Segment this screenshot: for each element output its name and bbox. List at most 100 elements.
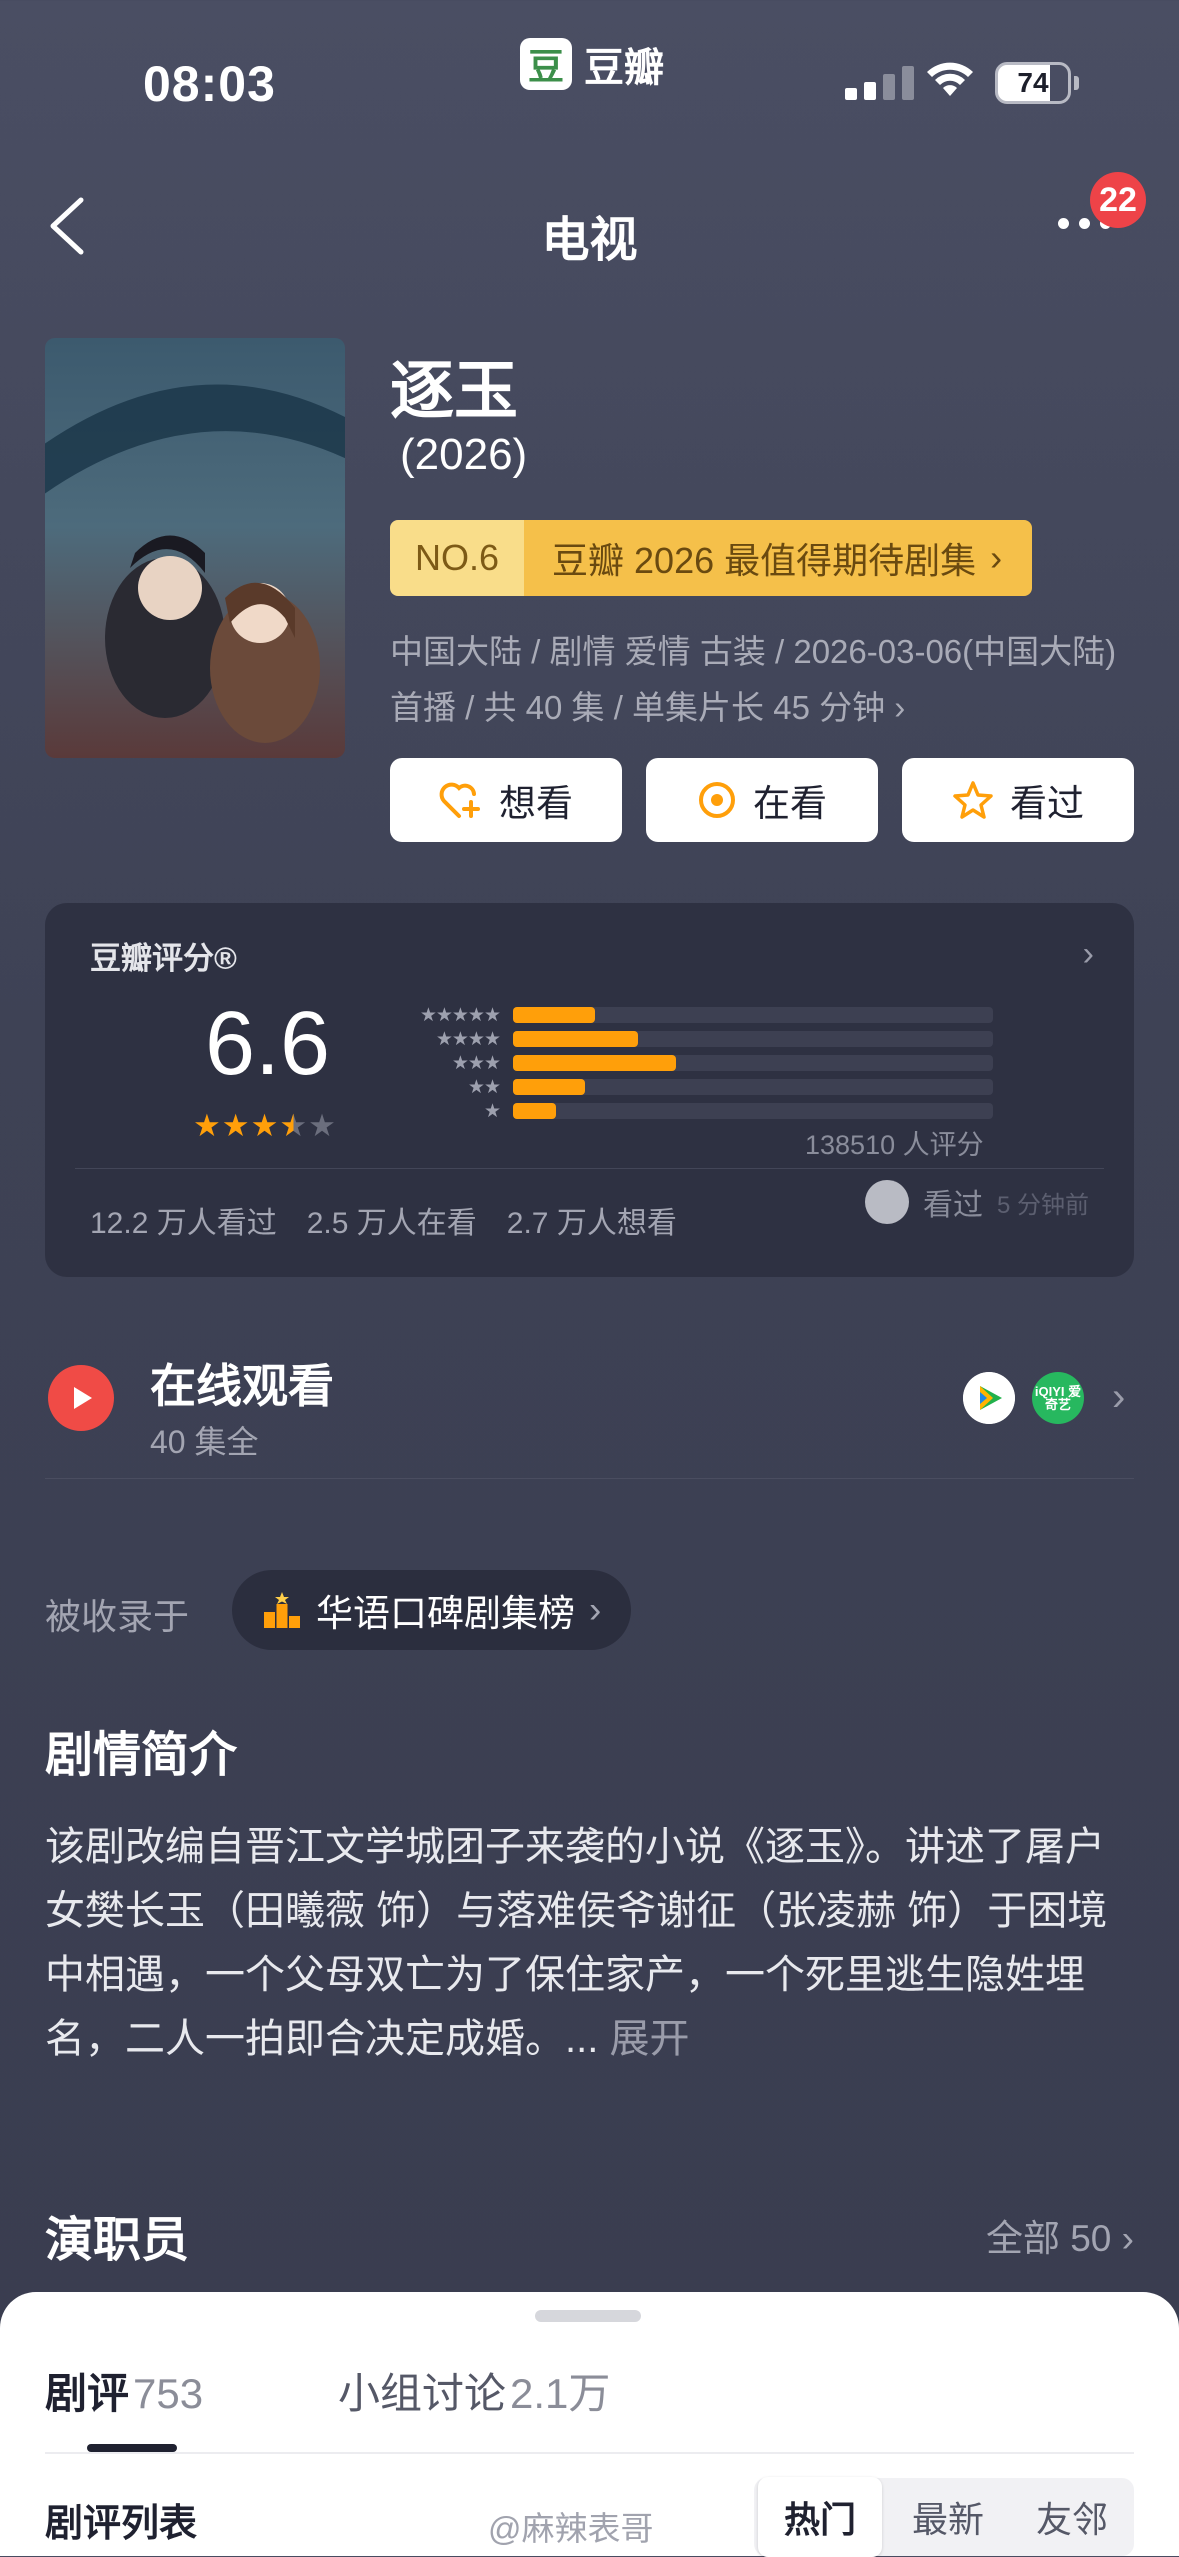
sort-segmented-control[interactable]: 热门 最新 友邻 <box>754 2477 1134 2557</box>
chevron-right-icon[interactable]: › <box>1083 935 1094 974</box>
rating-row: ★★ <box>385 1075 993 1099</box>
tab-group-discussion[interactable]: 小组讨论2.1万 <box>338 2360 610 2421</box>
rating-bar-track <box>513 1031 993 1047</box>
cellular-signal-icon <box>845 66 914 100</box>
show-year: (2026) <box>400 430 528 479</box>
app-indicator: 豆 豆瓣 <box>520 35 664 93</box>
play-icon[interactable] <box>48 1365 114 1431</box>
rating-stats: 12.2 万人看过 2.5 万人在看 2.7 万人想看 <box>90 1198 677 1242</box>
iqiyi-icon[interactable]: iQIYI 爱奇艺 <box>1032 1372 1084 1424</box>
rank-number: NO.6 <box>390 520 525 596</box>
sort-hot[interactable]: 热门 <box>758 2477 882 2557</box>
rating-row: ★ <box>385 1099 993 1123</box>
rating-row-stars: ★★ <box>467 1076 501 1098</box>
show-meta[interactable]: 中国大陆 / 剧情 爱情 古装 / 2026-03-06(中国大陆) 首播 / … <box>390 624 1120 736</box>
watched-label: 看过 <box>1010 783 1084 824</box>
target-icon <box>699 782 735 818</box>
show-meta-text: 中国大陆 / 剧情 爱情 古装 / 2026-03-06(中国大陆) 首播 / … <box>390 633 1117 726</box>
douban-logo-icon: 豆 <box>520 38 572 90</box>
page-title: 电视 <box>541 214 638 267</box>
rating-label: 豆瓣评分® <box>90 941 237 976</box>
review-list-label: 剧评列表 <box>45 2503 198 2545</box>
poster-image[interactable] <box>45 338 345 758</box>
rating-bar-fill <box>513 1103 557 1119</box>
recent-action: 看过 <box>922 1189 983 1222</box>
rating-row-stars: ★★★ <box>451 1052 501 1074</box>
collected-label: 被收录于 <box>45 1596 190 1637</box>
stat-watched: 12.2 万人看过 <box>90 1207 277 1240</box>
rating-bar-track <box>513 1055 993 1071</box>
divider <box>75 1168 1104 1169</box>
notification-badge[interactable]: 22 <box>1090 172 1146 228</box>
rating-count: 138510 人评分 <box>805 1130 984 1160</box>
cast-title: 演职员 <box>45 2214 190 2267</box>
app-name: 豆瓣 <box>584 46 664 90</box>
battery-tip <box>1074 76 1079 90</box>
want-to-watch-button[interactable]: 想看 <box>390 758 622 842</box>
watching-button[interactable]: 在看 <box>646 758 878 842</box>
synopsis-title: 剧情简介 <box>45 1729 238 1782</box>
podium-icon <box>264 1592 300 1628</box>
chevron-right-icon: › <box>894 689 906 726</box>
divider <box>45 1478 1134 1479</box>
chevron-right-icon: › <box>589 1589 602 1630</box>
rating-row-stars: ★★★★ <box>435 1028 501 1050</box>
rating-row: ★★★★ <box>385 1027 993 1051</box>
online-watch-title[interactable]: 在线观看 <box>150 1350 334 1416</box>
chevron-right-icon: › <box>990 537 1003 578</box>
stat-want: 2.7 万人想看 <box>506 1207 677 1240</box>
wifi-icon <box>927 62 973 96</box>
stat-watching: 2.5 万人在看 <box>306 1207 477 1240</box>
chevron-right-icon[interactable]: › <box>1112 1375 1125 1420</box>
rating-bar-fill <box>513 1031 638 1047</box>
tab-reviews-count: 753 <box>133 2370 204 2417</box>
tab-reviews[interactable]: 剧评753 <box>45 2360 203 2421</box>
active-tab-indicator <box>87 2444 177 2452</box>
video-platform-icon[interactable] <box>963 1372 1015 1424</box>
ranking-list-name: 华语口碑剧集榜 <box>316 1593 575 1634</box>
chevron-right-icon: › <box>1121 2218 1134 2259</box>
cast-all-label: 全部 50 <box>985 2218 1112 2259</box>
rank-text: 豆瓣 2026 最值得期待剧集 <box>552 540 977 581</box>
rating-card[interactable]: 豆瓣评分® › 6.6 ★★★★★ ★★★★★ ★★★★ ★★★ ★★ ★ 138510… <box>45 903 1134 1277</box>
divider <box>45 2452 1134 2454</box>
watched-button[interactable]: 看过 <box>902 758 1134 842</box>
rating-row: ★★★ <box>385 1051 993 1075</box>
tab-group-count: 2.1万 <box>510 2370 611 2417</box>
rating-bar-track <box>513 1007 993 1023</box>
rating-distribution: ★★★★★ ★★★★ ★★★ ★★ ★ <box>385 1003 993 1123</box>
reviews-sheet[interactable]: 剧评753 小组讨论2.1万 剧评列表 @麻辣表哥 热门 最新 友邻 <box>0 2292 1179 2557</box>
watermark: @麻辣表哥 <box>488 2510 654 2547</box>
rating-bar-track <box>513 1079 993 1095</box>
rating-bar-track <box>513 1103 993 1119</box>
synopsis-text: 该剧改编自晋江文学城团子来袭的小说《逐玉》。讲述了屠户女樊长玉（田曦薇 饰）与落… <box>45 1815 1140 2071</box>
online-watch-subtitle: 40 集全 <box>150 1424 259 1460</box>
ranking-list-chip[interactable]: 华语口碑剧集榜 › <box>232 1570 632 1650</box>
avatar <box>864 1180 909 1224</box>
recent-time: 5 分钟前 <box>996 1191 1089 1219</box>
rating-row-stars: ★ <box>483 1100 501 1122</box>
show-title: 逐玉 <box>390 355 518 427</box>
rating-row-stars: ★★★★★ <box>419 1004 501 1026</box>
rating-score: 6.6 <box>205 994 331 1094</box>
status-time: 08:03 <box>143 56 276 112</box>
star-rating-icon: ★★★★★ <box>193 1108 337 1143</box>
recent-activity[interactable]: 看过 5 分钟前 <box>864 1180 1089 1224</box>
sort-friends[interactable]: 友邻 <box>1010 2491 1134 2543</box>
rating-row: ★★★★★ <box>385 1003 993 1027</box>
sort-latest[interactable]: 最新 <box>886 2491 1010 2543</box>
rating-bar-fill <box>513 1079 585 1095</box>
want-label: 想看 <box>499 783 573 824</box>
tab-group-label: 小组讨论 <box>338 2370 507 2417</box>
cast-all-link[interactable]: 全部 50 › <box>986 2208 1134 2262</box>
battery-icon: 74 <box>995 62 1071 104</box>
ranking-badge[interactable]: NO.6 豆瓣 2026 最值得期待剧集 › <box>390 520 1033 596</box>
expand-link[interactable]: 展开 <box>609 2017 689 2061</box>
synopsis-body: 该剧改编自晋江文学城团子来袭的小说《逐玉》。讲述了屠户女樊长玉（田曦薇 饰）与落… <box>45 1825 1108 2061</box>
tab-reviews-label: 剧评 <box>45 2370 130 2417</box>
drag-handle[interactable] <box>535 2310 641 2322</box>
rating-bar-fill <box>513 1007 595 1023</box>
watching-label: 在看 <box>753 783 827 824</box>
star-outline-icon <box>953 781 993 819</box>
heart-plus-icon <box>439 782 480 818</box>
